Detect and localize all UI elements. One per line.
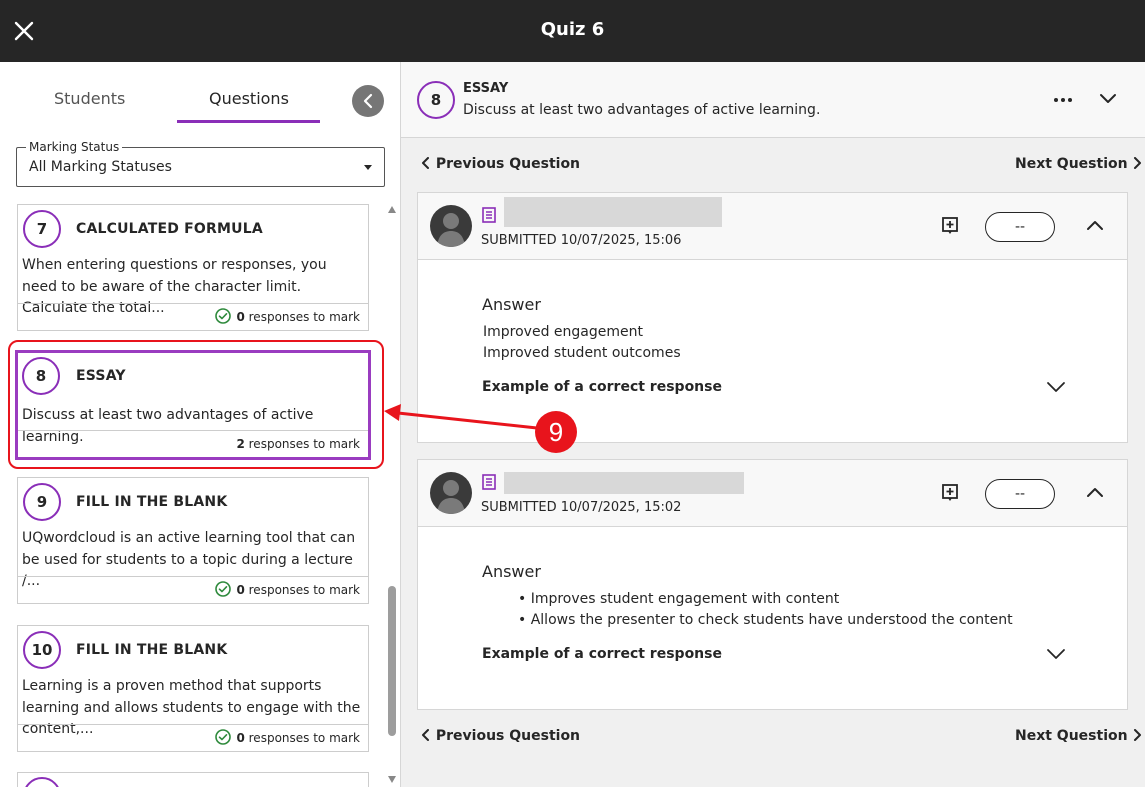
annotation-callout-number: 9 — [535, 411, 577, 453]
annotation-arrow — [384, 404, 538, 430]
